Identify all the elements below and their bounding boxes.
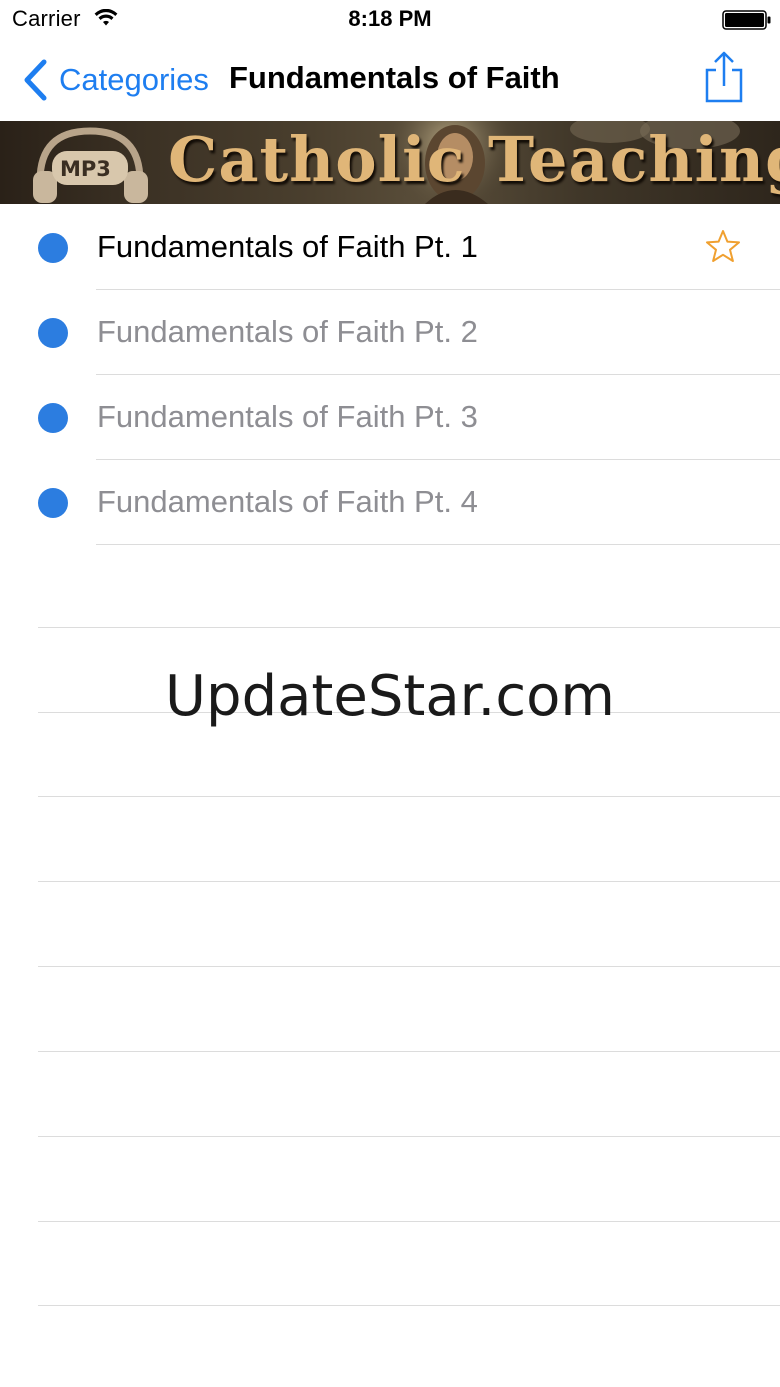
- row-separator: [38, 1221, 780, 1222]
- page-title: Fundamentals of Faith: [229, 60, 560, 95]
- list-item[interactable]: Fundamentals of Faith Pt. 3: [0, 375, 780, 460]
- unplayed-dot-icon: [38, 233, 68, 263]
- unplayed-dot-icon: [38, 488, 68, 518]
- row-separator: [38, 881, 780, 882]
- back-button-label: Categories: [59, 62, 209, 97]
- list-item[interactable]: Fundamentals of Faith Pt. 4: [0, 460, 780, 545]
- back-button[interactable]: Categories: [22, 58, 209, 102]
- list-item-label: Fundamentals of Faith Pt. 1: [97, 229, 478, 264]
- list-item[interactable]: Fundamentals of Faith Pt. 1: [0, 205, 780, 290]
- row-separator: [38, 1136, 780, 1137]
- episode-list: Fundamentals of Faith Pt. 1 Fundamentals…: [0, 205, 780, 545]
- list-item-label: Fundamentals of Faith Pt. 4: [97, 484, 478, 519]
- row-separator: [38, 627, 780, 628]
- row-separator: [96, 544, 780, 545]
- status-bar: Carrier 8:18 PM: [0, 0, 780, 40]
- battery-icon: [722, 10, 771, 30]
- unplayed-dot-icon: [38, 403, 68, 433]
- share-icon[interactable]: [702, 50, 746, 106]
- row-separator: [38, 796, 780, 797]
- list-item[interactable]: Fundamentals of Faith Pt. 2: [0, 290, 780, 375]
- row-separator: [38, 966, 780, 967]
- clock: 8:18 PM: [348, 6, 432, 31]
- watermark: UpdateStar.com: [165, 664, 615, 729]
- star-icon[interactable]: [705, 229, 741, 265]
- unplayed-dot-icon: [38, 318, 68, 348]
- row-separator: [38, 1305, 780, 1306]
- list-item-label: Fundamentals of Faith Pt. 2: [97, 314, 478, 349]
- list-item-label: Fundamentals of Faith Pt. 3: [97, 399, 478, 434]
- navigation-bar: Categories Fundamentals of Faith: [0, 40, 780, 120]
- row-separator: [38, 1051, 780, 1052]
- header-banner: MP3 Catholic Teaching: [0, 121, 780, 204]
- chevron-left-icon: [24, 59, 47, 101]
- banner-title: Catholic Teaching: [168, 123, 780, 196]
- mp3-badge: MP3: [60, 157, 111, 181]
